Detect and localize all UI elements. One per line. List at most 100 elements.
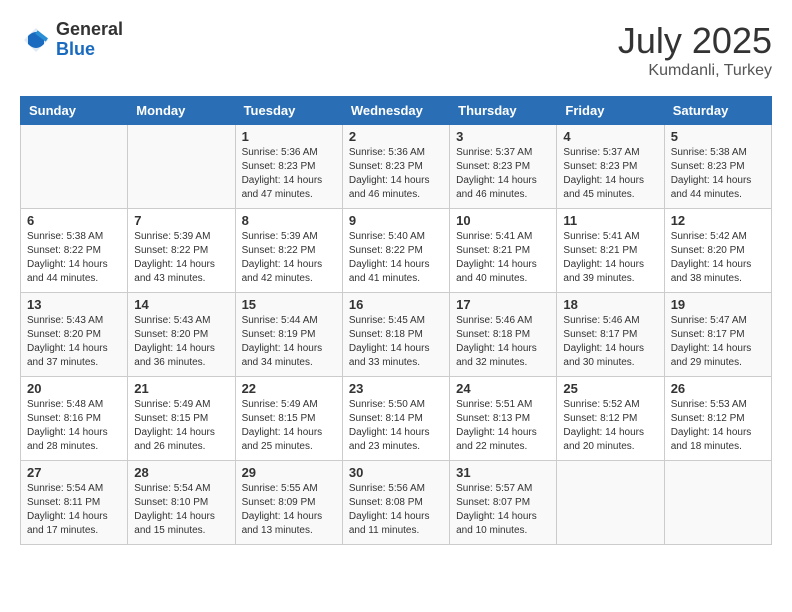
day-cell: 22 Sunrise: 5:49 AM Sunset: 8:15 PM Dayl…: [242, 381, 336, 456]
sunset-text: Sunset: 8:22 PM: [349, 245, 423, 256]
day-info: Sunrise: 5:48 AM Sunset: 8:16 PM Dayligh…: [27, 398, 121, 454]
sunrise-text: Sunrise: 5:48 AM: [27, 399, 103, 410]
header-sunday: Sunday: [21, 97, 128, 125]
sunset-text: Sunset: 8:21 PM: [456, 245, 530, 256]
daylight-text: Daylight: 14 hours and 43 minutes.: [134, 259, 215, 284]
daylight-text: Daylight: 14 hours and 44 minutes.: [27, 259, 108, 284]
sunset-text: Sunset: 8:17 PM: [671, 329, 745, 340]
calendar-cell: 20 Sunrise: 5:48 AM Sunset: 8:16 PM Dayl…: [21, 377, 128, 461]
header-saturday: Saturday: [664, 97, 771, 125]
day-cell: 18 Sunrise: 5:46 AM Sunset: 8:17 PM Dayl…: [563, 297, 657, 372]
sunset-text: Sunset: 8:13 PM: [456, 413, 530, 424]
calendar-cell: 7 Sunrise: 5:39 AM Sunset: 8:22 PM Dayli…: [128, 209, 235, 293]
daylight-text: Daylight: 14 hours and 13 minutes.: [242, 511, 323, 536]
daylight-text: Daylight: 14 hours and 23 minutes.: [349, 427, 430, 452]
day-cell: 29 Sunrise: 5:55 AM Sunset: 8:09 PM Dayl…: [242, 465, 336, 540]
day-number: 20: [27, 381, 121, 396]
sunrise-text: Sunrise: 5:40 AM: [349, 231, 425, 242]
location-subtitle: Kumdanli, Turkey: [618, 62, 772, 80]
day-number: 21: [134, 381, 228, 396]
sunset-text: Sunset: 8:08 PM: [349, 497, 423, 508]
calendar-cell: [128, 125, 235, 209]
daylight-text: Daylight: 14 hours and 41 minutes.: [349, 259, 430, 284]
day-info: Sunrise: 5:49 AM Sunset: 8:15 PM Dayligh…: [134, 398, 228, 454]
logo-text: General Blue: [56, 20, 123, 60]
sunset-text: Sunset: 8:23 PM: [242, 161, 316, 172]
daylight-text: Daylight: 14 hours and 32 minutes.: [456, 343, 537, 368]
daylight-text: Daylight: 14 hours and 22 minutes.: [456, 427, 537, 452]
day-cell: 23 Sunrise: 5:50 AM Sunset: 8:14 PM Dayl…: [349, 381, 443, 456]
calendar-cell: 6 Sunrise: 5:38 AM Sunset: 8:22 PM Dayli…: [21, 209, 128, 293]
day-cell: 16 Sunrise: 5:45 AM Sunset: 8:18 PM Dayl…: [349, 297, 443, 372]
sunset-text: Sunset: 8:23 PM: [671, 161, 745, 172]
day-cell: 17 Sunrise: 5:46 AM Sunset: 8:18 PM Dayl…: [456, 297, 550, 372]
day-cell: 9 Sunrise: 5:40 AM Sunset: 8:22 PM Dayli…: [349, 213, 443, 288]
calendar-cell: 4 Sunrise: 5:37 AM Sunset: 8:23 PM Dayli…: [557, 125, 664, 209]
daylight-text: Daylight: 14 hours and 37 minutes.: [27, 343, 108, 368]
calendar-cell: 9 Sunrise: 5:40 AM Sunset: 8:22 PM Dayli…: [342, 209, 449, 293]
sunrise-text: Sunrise: 5:54 AM: [134, 483, 210, 494]
day-number: 6: [27, 213, 121, 228]
calendar-cell: 21 Sunrise: 5:49 AM Sunset: 8:15 PM Dayl…: [128, 377, 235, 461]
calendar-cell: 5 Sunrise: 5:38 AM Sunset: 8:23 PM Dayli…: [664, 125, 771, 209]
calendar-cell: 13 Sunrise: 5:43 AM Sunset: 8:20 PM Dayl…: [21, 293, 128, 377]
sunset-text: Sunset: 8:22 PM: [27, 245, 101, 256]
day-info: Sunrise: 5:46 AM Sunset: 8:17 PM Dayligh…: [563, 314, 657, 370]
day-cell: 10 Sunrise: 5:41 AM Sunset: 8:21 PM Dayl…: [456, 213, 550, 288]
sunset-text: Sunset: 8:09 PM: [242, 497, 316, 508]
day-info: Sunrise: 5:44 AM Sunset: 8:19 PM Dayligh…: [242, 314, 336, 370]
day-number: 5: [671, 129, 765, 144]
day-cell: 31 Sunrise: 5:57 AM Sunset: 8:07 PM Dayl…: [456, 465, 550, 540]
daylight-text: Daylight: 14 hours and 42 minutes.: [242, 259, 323, 284]
sunrise-text: Sunrise: 5:41 AM: [563, 231, 639, 242]
day-number: 1: [242, 129, 336, 144]
calendar-cell: 27 Sunrise: 5:54 AM Sunset: 8:11 PM Dayl…: [21, 461, 128, 545]
day-cell: 25 Sunrise: 5:52 AM Sunset: 8:12 PM Dayl…: [563, 381, 657, 456]
daylight-text: Daylight: 14 hours and 38 minutes.: [671, 259, 752, 284]
day-info: Sunrise: 5:50 AM Sunset: 8:14 PM Dayligh…: [349, 398, 443, 454]
day-info: Sunrise: 5:57 AM Sunset: 8:07 PM Dayligh…: [456, 482, 550, 538]
day-info: Sunrise: 5:43 AM Sunset: 8:20 PM Dayligh…: [27, 314, 121, 370]
day-info: Sunrise: 5:38 AM Sunset: 8:22 PM Dayligh…: [27, 230, 121, 286]
sunrise-text: Sunrise: 5:46 AM: [563, 315, 639, 326]
daylight-text: Daylight: 14 hours and 29 minutes.: [671, 343, 752, 368]
day-cell: 12 Sunrise: 5:42 AM Sunset: 8:20 PM Dayl…: [671, 213, 765, 288]
sunset-text: Sunset: 8:22 PM: [242, 245, 316, 256]
day-number: 9: [349, 213, 443, 228]
day-info: Sunrise: 5:39 AM Sunset: 8:22 PM Dayligh…: [134, 230, 228, 286]
day-number: 14: [134, 297, 228, 312]
day-info: Sunrise: 5:49 AM Sunset: 8:15 PM Dayligh…: [242, 398, 336, 454]
day-number: 22: [242, 381, 336, 396]
sunset-text: Sunset: 8:12 PM: [671, 413, 745, 424]
day-cell: 26 Sunrise: 5:53 AM Sunset: 8:12 PM Dayl…: [671, 381, 765, 456]
daylight-text: Daylight: 14 hours and 26 minutes.: [134, 427, 215, 452]
calendar-cell: 18 Sunrise: 5:46 AM Sunset: 8:17 PM Dayl…: [557, 293, 664, 377]
day-number: 31: [456, 465, 550, 480]
calendar-cell: 3 Sunrise: 5:37 AM Sunset: 8:23 PM Dayli…: [450, 125, 557, 209]
sunset-text: Sunset: 8:20 PM: [27, 329, 101, 340]
day-info: Sunrise: 5:45 AM Sunset: 8:18 PM Dayligh…: [349, 314, 443, 370]
calendar-cell: 15 Sunrise: 5:44 AM Sunset: 8:19 PM Dayl…: [235, 293, 342, 377]
day-info: Sunrise: 5:54 AM Sunset: 8:11 PM Dayligh…: [27, 482, 121, 538]
sunrise-text: Sunrise: 5:39 AM: [242, 231, 318, 242]
day-number: 16: [349, 297, 443, 312]
sunrise-text: Sunrise: 5:38 AM: [671, 147, 747, 158]
calendar-cell: 17 Sunrise: 5:46 AM Sunset: 8:18 PM Dayl…: [450, 293, 557, 377]
sunrise-text: Sunrise: 5:44 AM: [242, 315, 318, 326]
day-info: Sunrise: 5:51 AM Sunset: 8:13 PM Dayligh…: [456, 398, 550, 454]
day-cell: 6 Sunrise: 5:38 AM Sunset: 8:22 PM Dayli…: [27, 213, 121, 288]
day-number: 11: [563, 213, 657, 228]
day-cell: 19 Sunrise: 5:47 AM Sunset: 8:17 PM Dayl…: [671, 297, 765, 372]
sunset-text: Sunset: 8:23 PM: [563, 161, 637, 172]
calendar-week-3: 13 Sunrise: 5:43 AM Sunset: 8:20 PM Dayl…: [21, 293, 772, 377]
sunset-text: Sunset: 8:10 PM: [134, 497, 208, 508]
sunrise-text: Sunrise: 5:45 AM: [349, 315, 425, 326]
daylight-text: Daylight: 14 hours and 11 minutes.: [349, 511, 430, 536]
sunrise-text: Sunrise: 5:39 AM: [134, 231, 210, 242]
sunset-text: Sunset: 8:22 PM: [134, 245, 208, 256]
calendar-cell: 12 Sunrise: 5:42 AM Sunset: 8:20 PM Dayl…: [664, 209, 771, 293]
header-tuesday: Tuesday: [235, 97, 342, 125]
day-cell: 5 Sunrise: 5:38 AM Sunset: 8:23 PM Dayli…: [671, 129, 765, 204]
day-number: 3: [456, 129, 550, 144]
day-info: Sunrise: 5:38 AM Sunset: 8:23 PM Dayligh…: [671, 146, 765, 202]
